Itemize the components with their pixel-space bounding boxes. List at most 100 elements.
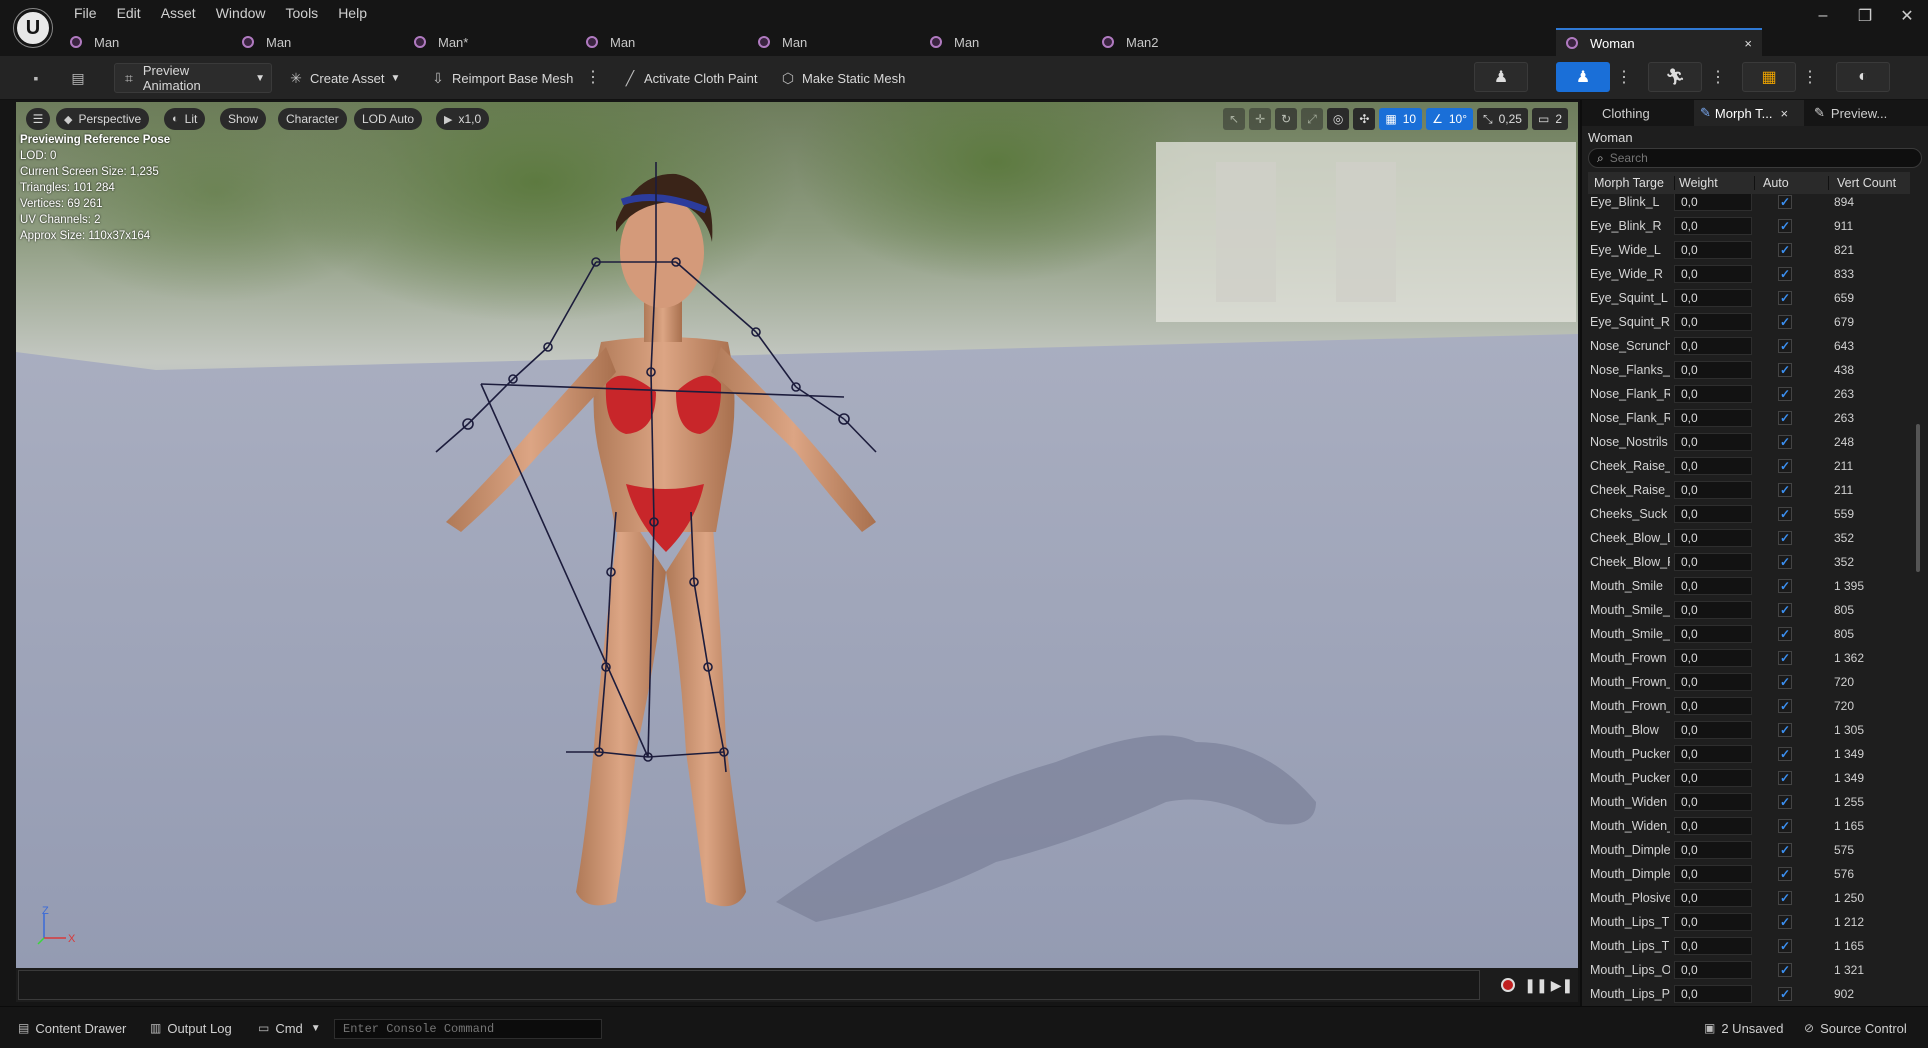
rotate-tool-button[interactable]: ↻ bbox=[1275, 108, 1298, 130]
menu-window[interactable]: Window bbox=[206, 3, 276, 23]
record-button[interactable] bbox=[1498, 975, 1518, 995]
auto-checkbox[interactable]: ✓ bbox=[1778, 699, 1792, 713]
tab-man-1[interactable]: Man bbox=[66, 28, 234, 56]
table-row[interactable]: Mouth_Lips_T 0,0 ✓ 1 212 bbox=[1588, 910, 1910, 934]
table-row[interactable]: Mouth_Smile_ 0,0 ✓ 805 bbox=[1588, 598, 1910, 622]
auto-checkbox[interactable]: ✓ bbox=[1778, 867, 1792, 881]
auto-checkbox[interactable]: ✓ bbox=[1778, 579, 1792, 593]
auto-checkbox[interactable]: ✓ bbox=[1778, 483, 1792, 497]
physics-mode-button[interactable]: ◐ bbox=[1836, 62, 1890, 92]
auto-checkbox[interactable]: ✓ bbox=[1778, 915, 1792, 929]
weight-input[interactable]: 0,0 bbox=[1674, 889, 1752, 907]
column-morph-target[interactable]: Morph Targe bbox=[1594, 176, 1664, 190]
weight-input[interactable]: 0,0 bbox=[1674, 337, 1752, 355]
close-tab-icon[interactable]: × bbox=[1744, 36, 1752, 51]
table-row[interactable]: Mouth_Dimple 0,0 ✓ 575 bbox=[1588, 838, 1910, 862]
table-row[interactable]: Mouth_Lips_T 0,0 ✓ 1 165 bbox=[1588, 934, 1910, 958]
timeline-scrubber[interactable] bbox=[18, 970, 1480, 1000]
tab-man-5[interactable]: Man bbox=[754, 28, 922, 56]
table-row[interactable]: Mouth_Blow 0,0 ✓ 1 305 bbox=[1588, 718, 1910, 742]
weight-input[interactable]: 0,0 bbox=[1674, 865, 1752, 883]
console-box[interactable] bbox=[334, 1019, 602, 1039]
auto-checkbox[interactable]: ✓ bbox=[1778, 411, 1792, 425]
search-input[interactable] bbox=[1609, 151, 1900, 165]
table-row[interactable]: Nose_Scrunch 0,0 ✓ 643 bbox=[1588, 334, 1910, 358]
auto-checkbox[interactable]: ✓ bbox=[1778, 219, 1792, 233]
weight-input[interactable]: 0,0 bbox=[1674, 505, 1752, 523]
weight-input[interactable]: 0,0 bbox=[1674, 361, 1752, 379]
auto-checkbox[interactable]: ✓ bbox=[1778, 939, 1792, 953]
table-row[interactable]: Eye_Blink_L 0,0 ✓ 894 bbox=[1588, 194, 1910, 214]
column-weight[interactable]: Weight bbox=[1674, 176, 1718, 190]
menu-asset[interactable]: Asset bbox=[151, 3, 206, 23]
menu-help[interactable]: Help bbox=[328, 3, 377, 23]
weight-input[interactable]: 0,0 bbox=[1674, 769, 1752, 787]
table-row[interactable]: Mouth_Frown_ 0,0 ✓ 720 bbox=[1588, 694, 1910, 718]
more-options-icon[interactable]: ⋮ bbox=[1616, 66, 1632, 90]
table-row[interactable]: Eye_Wide_R 0,0 ✓ 833 bbox=[1588, 262, 1910, 286]
table-row[interactable]: Cheek_Raise_ 0,0 ✓ 211 bbox=[1588, 454, 1910, 478]
browse-button[interactable]: ▤ bbox=[64, 63, 98, 93]
scrollbar-thumb[interactable] bbox=[1916, 424, 1920, 572]
weight-input[interactable]: 0,0 bbox=[1674, 913, 1752, 931]
weight-input[interactable]: 0,0 bbox=[1674, 433, 1752, 451]
weight-input[interactable]: 0,0 bbox=[1674, 481, 1752, 499]
weight-input[interactable]: 0,0 bbox=[1674, 241, 1752, 259]
table-row[interactable]: Mouth_Pucker 0,0 ✓ 1 349 bbox=[1588, 766, 1910, 790]
table-row[interactable]: Mouth_Widen 0,0 ✓ 1 255 bbox=[1588, 790, 1910, 814]
weight-input[interactable]: 0,0 bbox=[1674, 985, 1752, 1003]
playback-speed-dropdown[interactable]: ▶ x1,0 bbox=[436, 108, 490, 130]
viewport-menu-icon[interactable]: ☰ bbox=[26, 108, 50, 130]
surface-snap-button[interactable]: ✣ bbox=[1353, 108, 1376, 130]
cmd-dropdown[interactable]: ▭ Cmd ▼ bbox=[258, 1017, 321, 1039]
auto-checkbox[interactable]: ✓ bbox=[1778, 339, 1792, 353]
make-static-mesh-button[interactable]: ⬡ Make Static Mesh bbox=[774, 63, 911, 93]
auto-checkbox[interactable]: ✓ bbox=[1778, 651, 1792, 665]
auto-checkbox[interactable]: ✓ bbox=[1778, 963, 1792, 977]
world-local-button[interactable]: ◎ bbox=[1326, 108, 1350, 130]
auto-checkbox[interactable]: ✓ bbox=[1778, 387, 1792, 401]
scale-snap-button[interactable]: ⤡ 0,25 bbox=[1477, 108, 1528, 130]
auto-checkbox[interactable]: ✓ bbox=[1778, 819, 1792, 833]
mesh-mode-button[interactable]: ♟ bbox=[1556, 62, 1610, 92]
table-row[interactable]: Mouth_Pucker 0,0 ✓ 1 349 bbox=[1588, 742, 1910, 766]
table-row[interactable]: Mouth_Frown_ 0,0 ✓ 720 bbox=[1588, 670, 1910, 694]
auto-checkbox[interactable]: ✓ bbox=[1778, 843, 1792, 857]
lit-dropdown[interactable]: ◐ Lit bbox=[164, 108, 206, 130]
more-options-icon[interactable]: ⋮ bbox=[585, 66, 601, 90]
auto-checkbox[interactable]: ✓ bbox=[1778, 555, 1792, 569]
auto-checkbox[interactable]: ✓ bbox=[1778, 363, 1792, 377]
table-row[interactable]: Nose_Flanks_ 0,0 ✓ 438 bbox=[1588, 358, 1910, 382]
table-row[interactable]: Mouth_Smile_ 0,0 ✓ 805 bbox=[1588, 622, 1910, 646]
weight-input[interactable]: 0,0 bbox=[1674, 745, 1752, 763]
tab-woman[interactable]: Woman × bbox=[1556, 28, 1762, 56]
table-row[interactable]: Mouth_Plosive 0,0 ✓ 1 250 bbox=[1588, 886, 1910, 910]
grid-snap-button[interactable]: ▦ 10 bbox=[1379, 108, 1423, 130]
table-row[interactable]: Mouth_Frown 0,0 ✓ 1 362 bbox=[1588, 646, 1910, 670]
lod-dropdown[interactable]: LOD Auto bbox=[354, 108, 423, 130]
auto-checkbox[interactable]: ✓ bbox=[1778, 459, 1792, 473]
console-input[interactable] bbox=[335, 1020, 595, 1038]
auto-checkbox[interactable]: ✓ bbox=[1778, 435, 1792, 449]
table-row[interactable]: Cheek_Blow_R 0,0 ✓ 352 bbox=[1588, 550, 1910, 574]
auto-checkbox[interactable]: ✓ bbox=[1778, 291, 1792, 305]
table-row[interactable]: Eye_Blink_R 0,0 ✓ 911 bbox=[1588, 214, 1910, 238]
pause-button[interactable]: ❚❚ bbox=[1524, 975, 1547, 995]
activate-cloth-paint-button[interactable]: ╱ Activate Cloth Paint bbox=[616, 63, 763, 93]
scale-tool-button[interactable]: ⤢ bbox=[1301, 108, 1323, 130]
tab-clothing[interactable]: Clothing bbox=[1592, 100, 1692, 126]
weight-input[interactable]: 0,0 bbox=[1674, 265, 1752, 283]
table-row[interactable]: Cheek_Raise_ 0,0 ✓ 211 bbox=[1588, 478, 1910, 502]
auto-checkbox[interactable]: ✓ bbox=[1778, 243, 1792, 257]
auto-checkbox[interactable]: ✓ bbox=[1778, 195, 1792, 209]
weight-input[interactable]: 0,0 bbox=[1674, 385, 1752, 403]
weight-input[interactable]: 0,0 bbox=[1674, 841, 1752, 859]
table-row[interactable]: Eye_Squint_L 0,0 ✓ 659 bbox=[1588, 286, 1910, 310]
weight-input[interactable]: 0,0 bbox=[1674, 601, 1752, 619]
auto-checkbox[interactable]: ✓ bbox=[1778, 267, 1792, 281]
camera-speed-button[interactable]: ▭ 2 bbox=[1531, 108, 1568, 130]
table-row[interactable]: Eye_Wide_L 0,0 ✓ 821 bbox=[1588, 238, 1910, 262]
table-row[interactable]: Cheek_Blow_L 0,0 ✓ 352 bbox=[1588, 526, 1910, 550]
tab-man-3[interactable]: Man* bbox=[410, 28, 578, 56]
rotation-snap-button[interactable]: ∠ 10° bbox=[1426, 108, 1473, 130]
